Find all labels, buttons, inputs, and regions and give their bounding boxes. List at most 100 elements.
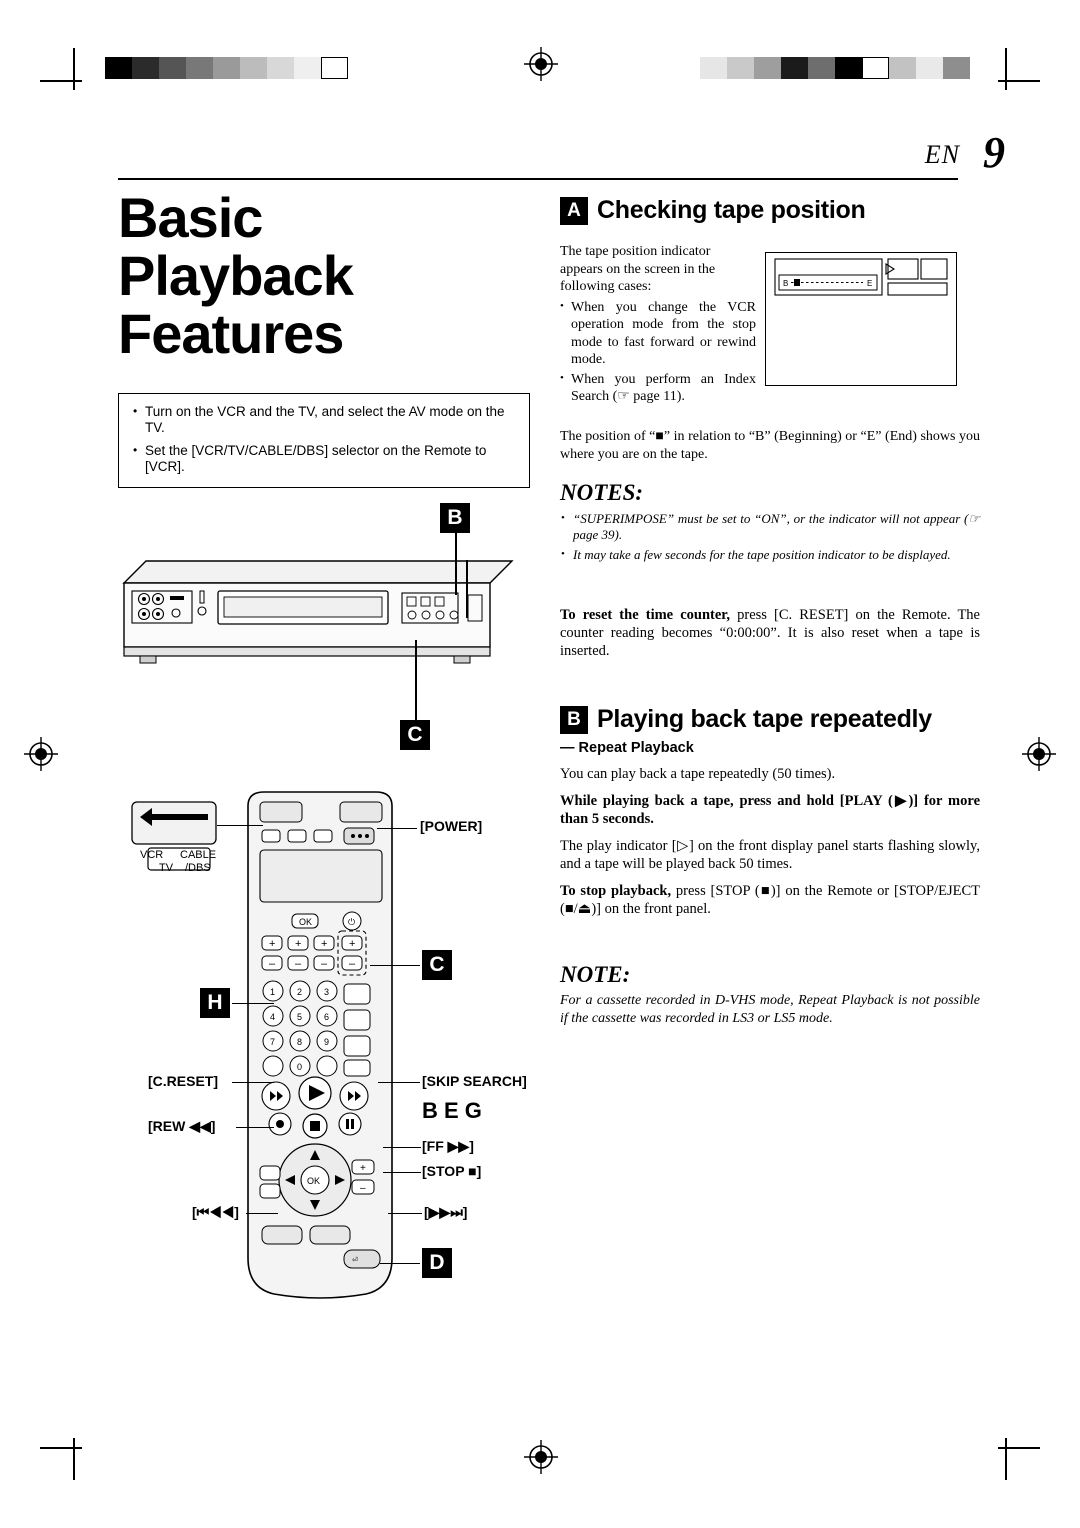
remote-mode-selector-illustration — [130, 800, 238, 877]
svg-text:–: – — [295, 958, 302, 970]
svg-text:OK: OK — [307, 1176, 320, 1186]
leader-c-reset — [232, 1082, 274, 1084]
crop-mark-bl-v — [73, 1438, 75, 1480]
leader-line-b2 — [466, 560, 468, 618]
svg-text:6: 6 — [324, 1012, 329, 1022]
leader-ff — [383, 1147, 421, 1149]
crop-mark-bl-h — [40, 1447, 82, 1449]
section-a-closing: The position of “■” in relation to “B” (… — [560, 428, 980, 463]
svg-text:B: B — [783, 279, 788, 288]
registration-mark-right — [1022, 737, 1056, 771]
svg-text:4: 4 — [270, 1012, 275, 1022]
reset-counter-bold: To reset the time counter, — [560, 607, 731, 623]
callout-d-remote: D — [422, 1248, 452, 1278]
note-item: “SUPERIMPOSE” must be set to “ON”, or th… — [560, 510, 980, 543]
remote-control-illustration: OK ⏻ + + + + – – – – 1 2 3 4 5 6 7 8 9 0 — [240, 788, 400, 1313]
leader-d-remote — [380, 1263, 420, 1265]
svg-text:8: 8 — [297, 1037, 302, 1047]
label-skip-search: [SKIP SEARCH] — [422, 1073, 527, 1089]
note-item: It may take a few seconds for the tape p… — [560, 546, 980, 563]
crop-mark-tr-h — [998, 80, 1040, 82]
crop-mark-tl-v — [73, 48, 75, 90]
leader-prev — [246, 1213, 278, 1215]
page-title-line1: Basic — [118, 186, 263, 249]
section-b-header: B Playing back tape repeatedly — [560, 705, 990, 734]
svg-text:2: 2 — [297, 987, 302, 997]
leader-line-b — [455, 533, 457, 595]
intro-item: Set the [VCR/TV/CABLE/DBS] selector on t… — [131, 442, 517, 475]
note-heading: NOTE: — [560, 962, 631, 987]
intro-item: Turn on the VCR and the TV, and select t… — [131, 403, 517, 436]
crop-mark-br-h — [998, 1447, 1040, 1449]
svg-text:1: 1 — [270, 987, 275, 997]
svg-text:E: E — [867, 279, 872, 288]
label-rew: [REW ◀◀] — [148, 1118, 216, 1134]
label-c-reset: [C.RESET] — [148, 1073, 218, 1089]
svg-text:OK: OK — [299, 917, 312, 927]
callout-c-remote: C — [422, 950, 452, 980]
selector-label-tv: TV — [159, 862, 174, 874]
page-title-line3: Features — [118, 302, 344, 365]
crop-mark-tr-v — [1005, 48, 1007, 90]
label-stop: [STOP ■] — [422, 1163, 482, 1179]
label-prev: [⏮◀◀] — [192, 1204, 239, 1220]
notes-heading: NOTES: — [560, 480, 644, 505]
section-b-heading: Playing back tape repeatedly — [597, 705, 932, 733]
callout-c-mid: C — [400, 720, 430, 750]
svg-text:5: 5 — [297, 1012, 302, 1022]
callout-h-remote: H — [200, 988, 230, 1018]
manual-page: EN 9 Basic Playback Features Turn on the… — [0, 0, 1080, 1528]
svg-text:–: – — [349, 958, 356, 970]
section-a-closing-text: The position of “■” in relation to “B” (… — [560, 429, 980, 462]
page-number: 9 — [983, 128, 1005, 177]
label-power: [POWER] — [420, 818, 483, 834]
tv-screen-illustration: B E — [765, 252, 957, 386]
svg-text:+: + — [349, 938, 355, 950]
leader-power — [377, 828, 417, 830]
callout-beg-row: B E G — [422, 1098, 482, 1123]
section-a-header: A Checking tape position — [560, 196, 980, 225]
registration-mark-top — [524, 47, 558, 81]
reset-counter-paragraph: To reset the time counter, press [C. RES… — [560, 606, 980, 660]
section-b-para1: You can play back a tape repeatedly (50 … — [560, 766, 836, 782]
vcr-front-illustration — [118, 553, 518, 693]
section-b-body: You can play back a tape repeatedly (50 … — [560, 765, 980, 927]
leader-selector — [217, 825, 263, 827]
svg-text:7: 7 — [270, 1037, 275, 1047]
label-next: [▶▶⏭] — [424, 1204, 468, 1220]
svg-text:–: – — [321, 958, 328, 970]
section-b-para2: While playing back a tape, press and hol… — [560, 793, 980, 827]
svg-text:⏻: ⏻ — [348, 917, 355, 927]
section-a-bullet: When you perform an Index Search (☞ page… — [560, 370, 756, 406]
svg-text:–: – — [360, 1183, 366, 1194]
notes-list: “SUPERIMPOSE” must be set to “ON”, or th… — [560, 510, 980, 567]
leader-rew — [236, 1127, 274, 1129]
page-title: Basic Playback Features — [118, 190, 538, 364]
section-a-intro: The tape position indicator appears on t… — [560, 244, 716, 294]
svg-text:+: + — [295, 938, 301, 950]
svg-text:+: + — [321, 938, 327, 950]
leader-skip-search — [378, 1082, 420, 1084]
grayscale-bar-right — [700, 57, 970, 79]
svg-text:⏎: ⏎ — [352, 1256, 358, 1264]
leader-h-remote — [232, 1003, 274, 1005]
section-b-badge: B — [560, 705, 588, 734]
page-title-line2: Playback — [118, 244, 354, 307]
crop-mark-tl-h — [40, 80, 82, 82]
selector-label-vcr: VCR — [140, 849, 164, 861]
section-b-para3: The play indicator [▷] on the front disp… — [560, 838, 980, 872]
grayscale-bar-left — [105, 57, 348, 79]
svg-text:9: 9 — [324, 1037, 329, 1047]
leader-stop — [383, 1172, 421, 1174]
section-a-heading: Checking tape position — [597, 196, 866, 224]
section-a-bullet: When you change the VCR operation mode f… — [560, 298, 756, 369]
selector-label-dbs: /DBS — [185, 862, 211, 874]
label-ff: [FF ▶▶] — [422, 1138, 474, 1154]
section-a-badge: A — [560, 196, 588, 225]
svg-text:3: 3 — [324, 987, 329, 997]
registration-mark-left — [24, 737, 58, 771]
note-body: For a cassette recorded in D-VHS mode, R… — [560, 993, 980, 1026]
intro-box: Turn on the VCR and the TV, and select t… — [118, 393, 530, 488]
leader-next — [388, 1213, 422, 1215]
leader-line-c-v — [415, 640, 417, 720]
